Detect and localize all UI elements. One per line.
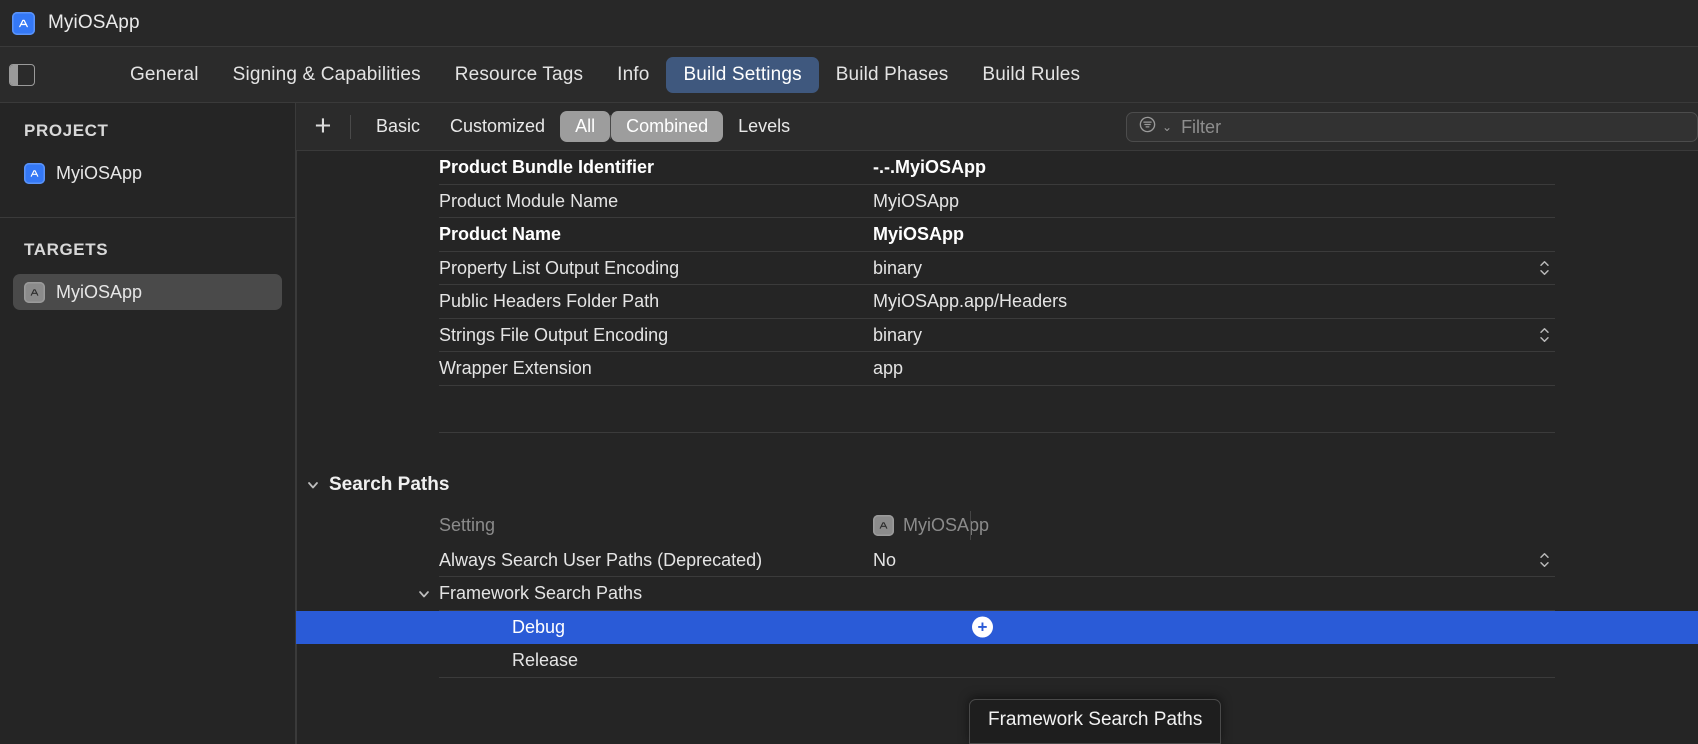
add-setting-button[interactable]: +: [296, 112, 350, 141]
setting-name: Wrapper Extension: [296, 358, 849, 379]
filter-search-field[interactable]: ⌄ Filter: [1126, 112, 1698, 142]
tab-signing-capabilities[interactable]: Signing & Capabilities: [216, 57, 438, 93]
stepper-control[interactable]: [1539, 327, 1550, 343]
chevron-down-icon: [417, 587, 431, 601]
setting-value[interactable]: MyiOSApp: [849, 224, 1698, 245]
group-title: Search Paths: [329, 474, 449, 496]
sidebar-item-project-myiosapp[interactable]: MyiOSApp: [13, 155, 282, 191]
setting-value[interactable]: binary: [849, 325, 1698, 346]
stepper-control[interactable]: [1539, 552, 1550, 568]
editor-body: PROJECT MyiOSApp TARGETS MyiOSApp +: [0, 103, 1698, 744]
tooltip-popup: Framework Search Paths: [969, 699, 1221, 744]
table-row[interactable]: Product Bundle Identifier -.-.MyiOSApp: [296, 151, 1698, 185]
setting-name: Product Module Name: [296, 191, 849, 212]
group-header-search-paths[interactable]: Search Paths: [296, 463, 1698, 507]
column-header-target-label: MyiOSApp: [903, 515, 989, 536]
column-header-target[interactable]: MyiOSApp: [849, 515, 1698, 536]
column-header-setting: Setting: [296, 515, 849, 536]
setting-value[interactable]: app: [849, 358, 1698, 379]
build-settings-pane: + Basic Customized All Combined Levels ⌄: [296, 103, 1698, 744]
table-row[interactable]: Product Module Name MyiOSApp: [296, 185, 1698, 219]
table-row[interactable]: Wrapper Extension app: [296, 352, 1698, 386]
project-targets-sidebar: PROJECT MyiOSApp TARGETS MyiOSApp: [0, 103, 296, 744]
segment-combined[interactable]: Combined: [611, 111, 723, 142]
segment-levels[interactable]: Levels: [723, 111, 805, 142]
table-row-config-release[interactable]: Release: [296, 644, 1698, 678]
table-row[interactable]: Property List Output Encoding binary: [296, 252, 1698, 286]
table-column-header: Setting MyiOSApp: [296, 507, 1698, 544]
project-section-header: PROJECT: [0, 121, 295, 141]
tab-list: General Signing & Capabilities Resource …: [113, 57, 1097, 93]
setting-value[interactable]: No: [849, 550, 1698, 571]
table-row-config-debug[interactable]: Debug +: [296, 611, 1698, 645]
sidebar-item-target-myiosapp[interactable]: MyiOSApp: [13, 274, 282, 310]
sidebar-item-label: MyiOSApp: [56, 163, 142, 184]
targets-section-header: TARGETS: [0, 240, 295, 260]
segment-basic[interactable]: Basic: [361, 111, 435, 142]
filter-icon[interactable]: [1138, 115, 1157, 139]
toolbar-divider: [350, 115, 351, 139]
window-title: MyiOSApp: [48, 12, 140, 34]
setting-name: Product Bundle Identifier: [296, 157, 849, 178]
setting-name: Product Name: [296, 224, 849, 245]
table-row[interactable]: Strings File Output Encoding binary: [296, 319, 1698, 353]
configuration-name: Debug: [296, 617, 849, 638]
filter-segmented-controls: Basic Customized All Combined Levels: [361, 111, 805, 142]
setting-name: Property List Output Encoding: [296, 258, 849, 279]
setting-value[interactable]: -.-.MyiOSApp: [849, 157, 1698, 178]
stepper-control[interactable]: [1539, 260, 1550, 276]
navigator-toggle-icon[interactable]: [9, 64, 35, 86]
setting-name-group: Framework Search Paths: [296, 583, 849, 604]
app-store-icon: [12, 12, 35, 35]
setting-name: Strings File Output Encoding: [296, 325, 849, 346]
segment-all[interactable]: All: [560, 111, 610, 142]
table-row[interactable]: Always Search User Paths (Deprecated) No: [296, 544, 1698, 578]
setting-value[interactable]: binary: [849, 258, 1698, 279]
chevron-down-icon: [306, 478, 320, 492]
configuration-name: Release: [296, 650, 849, 671]
setting-name: Framework Search Paths: [439, 583, 642, 604]
app-store-icon-gray: [24, 282, 45, 303]
setting-name: Public Headers Folder Path: [296, 291, 849, 312]
tab-build-rules[interactable]: Build Rules: [965, 57, 1097, 93]
build-settings-table[interactable]: Product Bundle Identifier -.-.MyiOSApp P…: [296, 151, 1698, 744]
table-row-framework-search-paths[interactable]: Framework Search Paths: [296, 577, 1698, 611]
table-row[interactable]: Product Name MyiOSApp: [296, 218, 1698, 252]
window-title-bar: MyiOSApp: [0, 0, 1698, 47]
segment-customized[interactable]: Customized: [435, 111, 560, 142]
tab-info[interactable]: Info: [600, 57, 666, 93]
tab-general[interactable]: General: [113, 57, 216, 93]
tab-build-phases[interactable]: Build Phases: [819, 57, 966, 93]
add-path-icon[interactable]: +: [972, 617, 993, 638]
setting-value[interactable]: MyiOSApp: [849, 191, 1698, 212]
editor-tab-bar: General Signing & Capabilities Resource …: [0, 47, 1698, 103]
sidebar-item-label: MyiOSApp: [56, 282, 142, 303]
table-row[interactable]: Public Headers Folder Path MyiOSApp.app/…: [296, 285, 1698, 319]
chevron-down-icon[interactable]: ⌄: [1162, 120, 1172, 134]
setting-value[interactable]: MyiOSApp.app/Headers: [849, 291, 1698, 312]
app-store-icon-gray: [873, 515, 894, 536]
filter-placeholder: Filter: [1181, 117, 1221, 138]
build-settings-toolbar: + Basic Customized All Combined Levels ⌄: [296, 103, 1698, 151]
app-store-icon: [24, 163, 45, 184]
setting-name: Always Search User Paths (Deprecated): [296, 550, 849, 571]
tab-resource-tags[interactable]: Resource Tags: [438, 57, 600, 93]
tab-build-settings[interactable]: Build Settings: [666, 57, 818, 93]
